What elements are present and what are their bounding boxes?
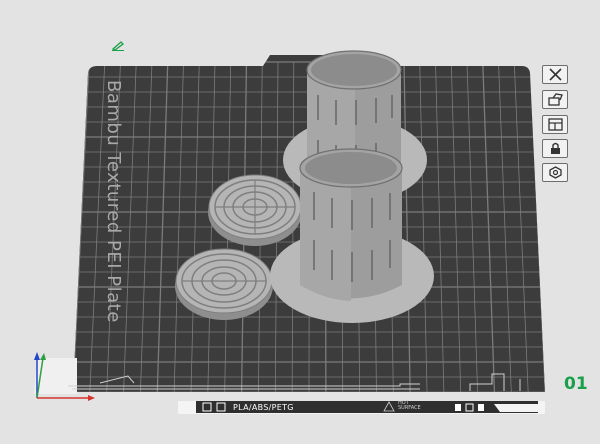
orient-icon bbox=[547, 93, 563, 106]
arrange-icon bbox=[547, 118, 563, 131]
plate-number[interactable]: 01 bbox=[564, 374, 588, 394]
hot-surface-line2: SURFACE bbox=[398, 405, 421, 411]
hot-surface-label: HOT SURFACE bbox=[398, 401, 438, 411]
close-icon bbox=[548, 68, 562, 81]
plate-title: Bambu Textured PEI Plate bbox=[103, 80, 124, 323]
close-plate-button[interactable] bbox=[542, 65, 568, 84]
round-part-lower[interactable] bbox=[175, 248, 273, 320]
lock-plate-button[interactable] bbox=[542, 139, 568, 158]
gear-icon bbox=[548, 166, 562, 179]
arrange-button[interactable] bbox=[542, 115, 568, 134]
lock-icon bbox=[550, 142, 560, 154]
build-plate-viewport[interactable]: Bambu Textured PEI Plate bbox=[0, 0, 600, 444]
filament-type-label: PLA/ABS/PETG bbox=[233, 403, 294, 412]
round-part-upper[interactable] bbox=[208, 174, 302, 246]
plate-settings-button[interactable] bbox=[542, 163, 568, 182]
edit-plate-name-icon[interactable] bbox=[111, 36, 125, 55]
auto-orient-button[interactable] bbox=[542, 90, 568, 109]
